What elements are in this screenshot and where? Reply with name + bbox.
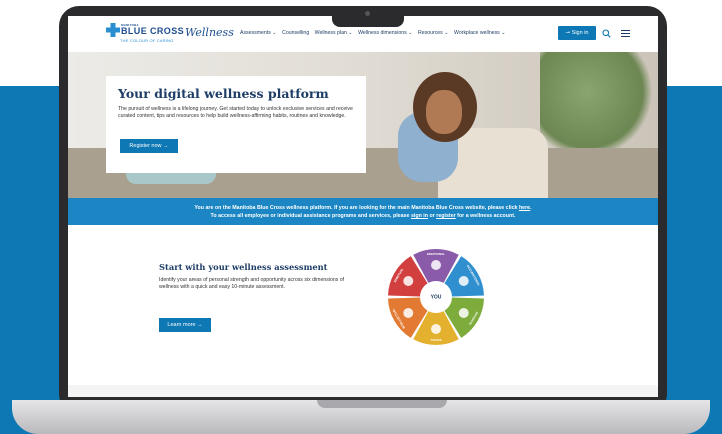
- brand-tagline: THE COLOUR OF CARING: [120, 38, 174, 43]
- sign-in-button[interactable]: ⊸ Sign in: [558, 26, 596, 40]
- wellness-wheel-diagram: EMOTIONALOCCUPATIONALPHYSICALSOCIALINTEL…: [388, 249, 484, 345]
- brand-name: BLUE CROSS: [121, 26, 185, 36]
- notice-banner: You are on the Manitoba Blue Cross welln…: [68, 198, 658, 225]
- hero-description: The pursuit of wellness is a lifelong jo…: [118, 106, 353, 119]
- nav-item-resources[interactable]: Resources ⌄: [418, 30, 449, 36]
- laptop-base-notch: [317, 400, 447, 408]
- search-icon[interactable]: [602, 29, 611, 38]
- nav-item-wellness-plan[interactable]: Wellness plan ⌄: [315, 30, 353, 36]
- wellness-wordmark: Wellness: [185, 26, 234, 39]
- cross-logo-icon: [106, 23, 120, 37]
- dimension-icon: [458, 276, 469, 286]
- register-link[interactable]: register: [436, 213, 455, 219]
- hero-title: Your digital wellness platform: [118, 86, 329, 101]
- register-now-button[interactable]: Register now →: [120, 139, 178, 153]
- assessment-title: Start with your wellness assessment: [159, 262, 328, 272]
- browser-screen: MANITOBA BLUE CROSS THE COLOUR OF CARING…: [68, 16, 658, 397]
- notice-text: To access all employee or individual ass…: [210, 213, 411, 219]
- nav-item-assessments[interactable]: Assessments ⌄: [240, 30, 277, 36]
- hero-plant-image: [540, 52, 658, 152]
- nav-item-workplace-wellness[interactable]: Workplace wellness ⌄: [454, 30, 506, 36]
- notice-text: You are on the Manitoba Blue Cross welln…: [194, 205, 519, 211]
- main-site-link[interactable]: here: [519, 205, 530, 211]
- dimension-icon: [431, 324, 441, 334]
- learn-more-button[interactable]: Learn more →: [159, 318, 211, 332]
- dimension-icon: [403, 276, 414, 286]
- sign-in-label: Sign in: [571, 30, 589, 36]
- dimension-icon: [458, 308, 469, 318]
- notice-text: for a wellness account.: [455, 213, 516, 219]
- dimension-icon: [431, 260, 441, 270]
- nav-item-wellness-dimensions[interactable]: Wellness dimensions ⌄: [358, 30, 412, 36]
- notice-text: .: [530, 205, 532, 211]
- notice-line-2: To access all employee or individual ass…: [68, 212, 658, 220]
- assessment-description: Identify your areas of personal strength…: [159, 277, 345, 290]
- assessment-section: Start with your wellness assessment Iden…: [68, 225, 658, 385]
- hamburger-menu-icon[interactable]: [621, 30, 630, 38]
- camera-icon: [365, 11, 370, 16]
- nav-item-counselling[interactable]: Counselling: [282, 30, 309, 36]
- hero-card: Your digital wellness platform The pursu…: [106, 76, 366, 173]
- hero-person-face: [426, 90, 462, 134]
- sign-in-link[interactable]: sign in: [411, 213, 428, 219]
- notice-line-1: You are on the Manitoba Blue Cross welln…: [68, 204, 658, 212]
- dimension-icon: [403, 308, 414, 318]
- footer-strip: [68, 385, 658, 397]
- wheel-center-label: YOU: [431, 295, 442, 301]
- wheel-segment-label: EMOTIONAL: [427, 252, 445, 256]
- main-nav: Assessments ⌄ Counselling Wellness plan …: [240, 30, 510, 36]
- wheel-segment-label: SOCIAL: [430, 338, 442, 342]
- hero-section: Your digital wellness platform The pursu…: [68, 52, 658, 198]
- laptop-base: [12, 400, 710, 434]
- camera-notch: [332, 6, 404, 27]
